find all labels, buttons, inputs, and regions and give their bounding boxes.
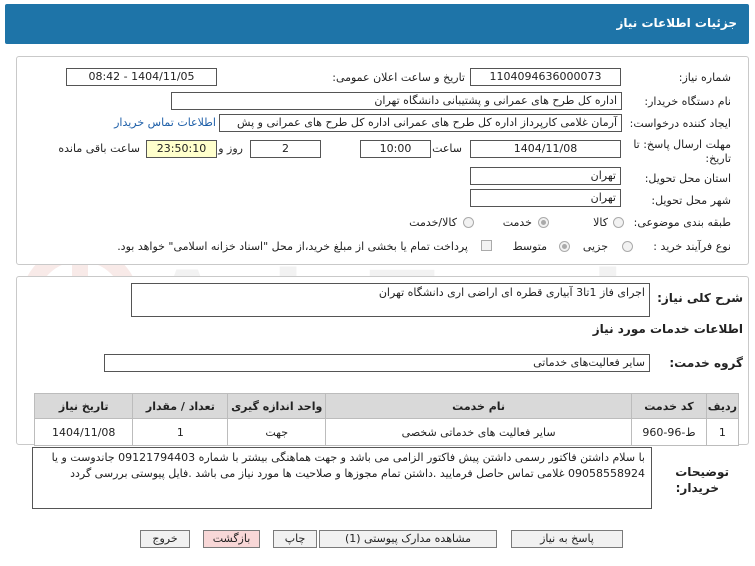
province-label: استان محل تحویل: [644,172,731,185]
days-field: 2 [250,140,321,158]
city-label: شهر محل تحویل: [651,194,731,207]
service-group-label: گروه خدمت: [669,356,743,370]
radio-service-label: خدمت [502,216,532,229]
buyer-notes-label-2: خریدار: [675,481,719,495]
table-header-row: ردیف کد خدمت نام خدمت واحد اندازه گیری ت… [33,393,740,419]
print-button[interactable]: چاپ [273,530,317,548]
announce-field: 1404/11/05 - 08:42 [66,68,217,86]
cell-service-name: سایر فعالیت های خدماتی شخصی [325,418,633,446]
remaining-time-field: 23:50:10 [146,140,217,158]
cell-unit: جهت [227,418,327,446]
buyer-org-field: اداره کل طرح های عمرانی و پشتیبانی دانشگ… [171,92,622,110]
radio-goods-label: کالا [593,216,608,229]
buyer-notes-label: توضیحات [675,465,729,479]
remaining-label: ساعت باقی مانده [58,142,140,155]
deadline-label: مهلت ارسال پاسخ: تا [633,138,731,151]
page-header: جزئیات اطلاعات نیاز [5,4,749,44]
payment-note: پرداخت تمام یا بخشی از مبلغ خرید،از محل … [117,240,468,253]
need-number-label: شماره نیاز: [678,71,731,84]
buyer-notes-field: با سلام داشتن فاکتور رسمی داشتن پیش فاکت… [32,447,652,509]
radio-service[interactable] [538,217,549,228]
need-number-field: 1104094636000073 [470,68,621,86]
deadline-label-date: تاریخ: [705,152,731,165]
reply-button[interactable]: پاسخ به نیاز [511,530,623,548]
radio-goods[interactable] [613,217,624,228]
col-row: ردیف [705,393,740,419]
treasury-checkbox[interactable] [481,240,492,251]
province-field: تهران [470,167,621,185]
process-label: نوع فرآیند خرید : [653,240,731,253]
radio-minor[interactable] [622,241,633,252]
buyer-org-label: نام دستگاه خریدار: [644,95,731,108]
col-quantity: تعداد / مقدار [132,393,229,419]
services-table: ردیف کد خدمت نام خدمت واحد اندازه گیری ت… [33,393,740,446]
col-service-name: نام خدمت [325,393,633,419]
city-field: تهران [470,189,621,207]
exit-button[interactable]: خروج [140,530,190,548]
cell-service-code: ط-96-960 [631,418,707,446]
service-group-field: سایر فعالیت‌های خدماتی [104,354,650,372]
col-need-date: تاریخ نیاز [33,393,134,419]
time-label: ساعت [432,142,462,155]
need-details-panel [16,56,749,265]
summary-label: شرح کلی نیاز: [657,291,743,305]
services-section-title: اطلاعات خدمات مورد نیاز [592,322,743,336]
days-label: روز و [218,142,243,155]
col-service-code: کد خدمت [631,393,707,419]
deadline-date-field: 1404/11/08 [470,140,621,158]
cell-quantity: 1 [132,418,229,446]
creator-field: آرمان غلامی کارپرداز اداره کل طرح های عم… [219,114,622,132]
summary-field: اجرای فاز 1تا3 آبیاری قطره ای اراضی اری … [131,283,650,317]
category-label: طبقه بندی موضوعی: [633,216,731,229]
back-button[interactable]: بازگشت [203,530,260,548]
creator-label: ایجاد کننده درخواست: [629,117,731,130]
announce-label: تاریخ و ساعت اعلان عمومی: [332,71,465,84]
cell-need-date: 1404/11/08 [33,418,134,446]
radio-goods-service[interactable] [463,217,474,228]
radio-minor-label: جزیی [582,240,608,253]
deadline-time-field: 10:00 [360,140,431,158]
cell-row: 1 [705,418,740,446]
attachments-button[interactable]: مشاهده مدارک پیوستی (1) [319,530,497,548]
col-unit: واحد اندازه گیری [227,393,327,419]
radio-goods-service-label: کالا/خدمت [409,216,457,229]
contact-info-link[interactable]: اطلاعات تماس خریدار [114,116,216,129]
page-title: جزئیات اطلاعات نیاز [616,16,737,30]
radio-medium[interactable] [559,241,570,252]
radio-medium-label: متوسط [512,240,547,253]
table-row: 1 ط-96-960 سایر فعالیت های خدماتی شخصی ج… [33,418,740,446]
